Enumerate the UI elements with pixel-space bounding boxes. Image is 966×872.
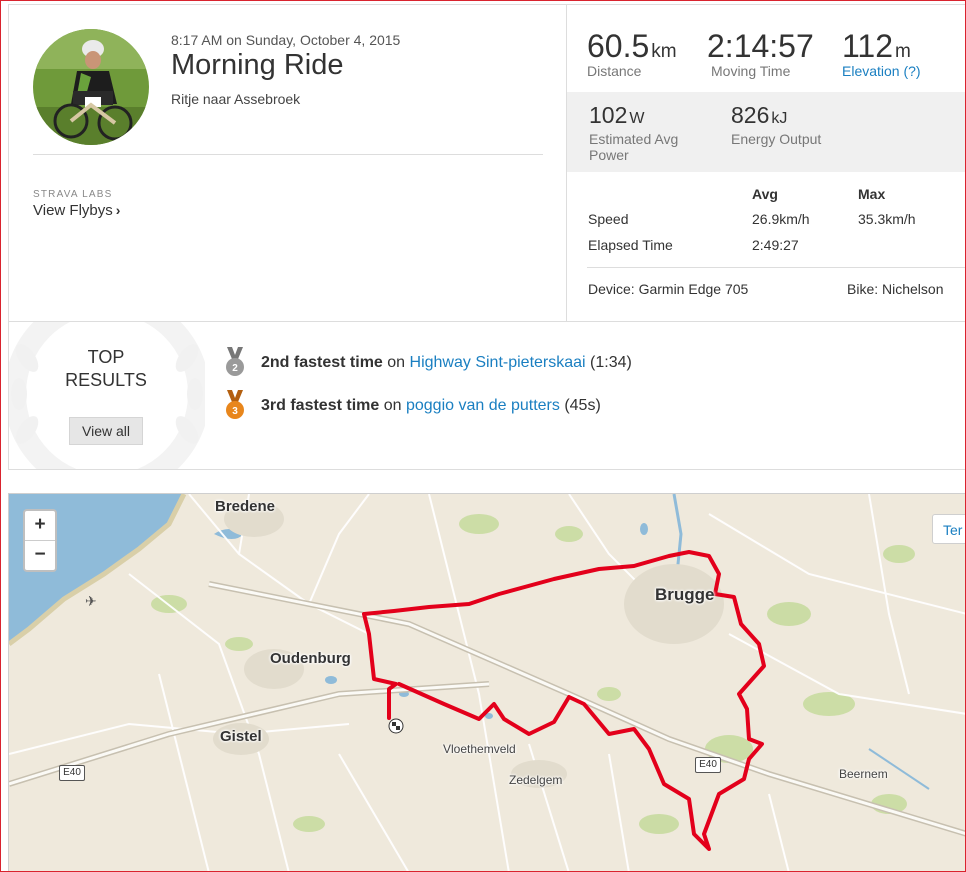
zoom-in-button[interactable]: + <box>25 511 55 540</box>
strava-labs-label: STRAVA LABS <box>33 189 113 200</box>
distance-label: Distance <box>587 63 642 79</box>
row-speed-label: Speed <box>588 211 629 227</box>
bronze-medal-icon: 3 <box>226 390 244 419</box>
segment-link[interactable]: poggio van de putters <box>406 397 560 414</box>
view-all-button[interactable]: View all <box>69 417 143 445</box>
segment-link[interactable]: Highway Sint-pieterskaai <box>410 354 586 371</box>
finish-flag-icon <box>388 718 404 734</box>
elevation-help-link[interactable]: Elevation (?) <box>842 63 921 79</box>
top-results-title-line2: RESULTS <box>65 370 147 390</box>
athlete-avatar[interactable] <box>33 29 149 145</box>
table-header-max: Max <box>858 186 886 202</box>
result-on: on <box>383 397 402 414</box>
activity-title: Morning Ride <box>171 49 344 81</box>
divider <box>33 154 543 155</box>
activity-stats: 60.5 km Distance 2:14:57 Moving Time 112 m… <box>566 4 966 322</box>
chevron-right-icon: › <box>115 202 121 218</box>
stat-moving-time: 2:14:57 Moving Time <box>707 28 814 79</box>
place-bredene: Bredene <box>215 498 276 515</box>
result-rank: 2nd fastest time <box>261 354 383 371</box>
airport-icon: ✈ <box>85 594 97 610</box>
activity-datetime: 8:17 AM on Sunday, October 4, 2015 <box>171 32 401 48</box>
road-e40-shield: E40 <box>695 757 721 773</box>
stat-power: 102 W Estimated Avg Power <box>589 102 699 163</box>
power-unit: W <box>629 110 645 127</box>
elevation-value: 112 <box>842 28 894 64</box>
zoom-out-button[interactable]: − <box>25 540 55 570</box>
energy-unit: kJ <box>771 110 788 127</box>
svg-text:2: 2 <box>232 363 238 374</box>
energy-label: Energy Output <box>731 131 822 147</box>
top-results-panel: TOP RESULTS View all 2 2nd fastest time … <box>8 322 966 470</box>
divider <box>587 267 966 268</box>
stat-elevation: 112 m Elevation (?) <box>842 28 921 79</box>
laurel-wreath-icon <box>9 322 205 469</box>
place-gistel: Gistel <box>220 728 262 745</box>
top-results-title-line1: TOP <box>87 347 125 367</box>
view-flybys-link[interactable]: View Flybys › <box>33 202 120 219</box>
elevation-unit: m <box>895 41 911 62</box>
result-rank: 3rd fastest time <box>261 397 380 414</box>
result-on: on <box>387 354 406 371</box>
place-beernem: Beernem <box>839 767 888 781</box>
route-map[interactable]: ✈ + − Ter Bredene Oudenburg Gistel Brugg… <box>8 493 966 872</box>
top-results-title: TOP RESULTS <box>9 346 203 392</box>
avatar-photo <box>33 29 149 145</box>
result-time: (1:34) <box>590 354 632 371</box>
result-time: (45s) <box>564 397 601 414</box>
road-e40-shield: E40 <box>59 765 85 781</box>
distance-unit: km <box>651 41 677 62</box>
view-flybys-label: View Flybys <box>33 202 113 219</box>
svg-text:3: 3 <box>232 406 238 417</box>
device-info: Device: Garmin Edge 705 <box>588 281 749 297</box>
table-header-avg: Avg <box>752 186 778 202</box>
terrain-toggle-button[interactable]: Ter <box>932 514 965 544</box>
moving-time-value: 2:14:57 <box>707 28 814 64</box>
place-vloethemveld: Vloethemveld <box>443 742 516 756</box>
place-oudenburg: Oudenburg <box>270 650 351 667</box>
place-zedelgem: Zedelgem <box>509 773 563 787</box>
distance-value: 60.5 <box>587 28 650 64</box>
power-value: 102 <box>589 102 628 128</box>
map-canvas: ✈ <box>9 494 965 871</box>
stat-distance: 60.5 km Distance <box>587 28 677 79</box>
activity-description: Ritje naar Assebroek <box>171 91 301 107</box>
stat-energy: 826 kJ Energy Output <box>731 102 841 147</box>
zoom-control: + − <box>23 509 57 572</box>
moving-time-label: Moving Time <box>711 63 791 79</box>
row-elapsed-avg: 2:49:27 <box>752 237 799 253</box>
row-speed-max: 35.3km/h <box>858 211 916 227</box>
power-label: Estimated Avg Power <box>589 131 679 163</box>
bike-info: Bike: Nichelson <box>847 281 944 297</box>
row-elapsed-label: Elapsed Time <box>588 237 673 253</box>
row-speed-avg: 26.9km/h <box>752 211 810 227</box>
energy-value: 826 <box>731 102 770 128</box>
place-brugge: Brugge <box>655 585 715 604</box>
silver-medal-icon: 2 <box>226 347 244 376</box>
